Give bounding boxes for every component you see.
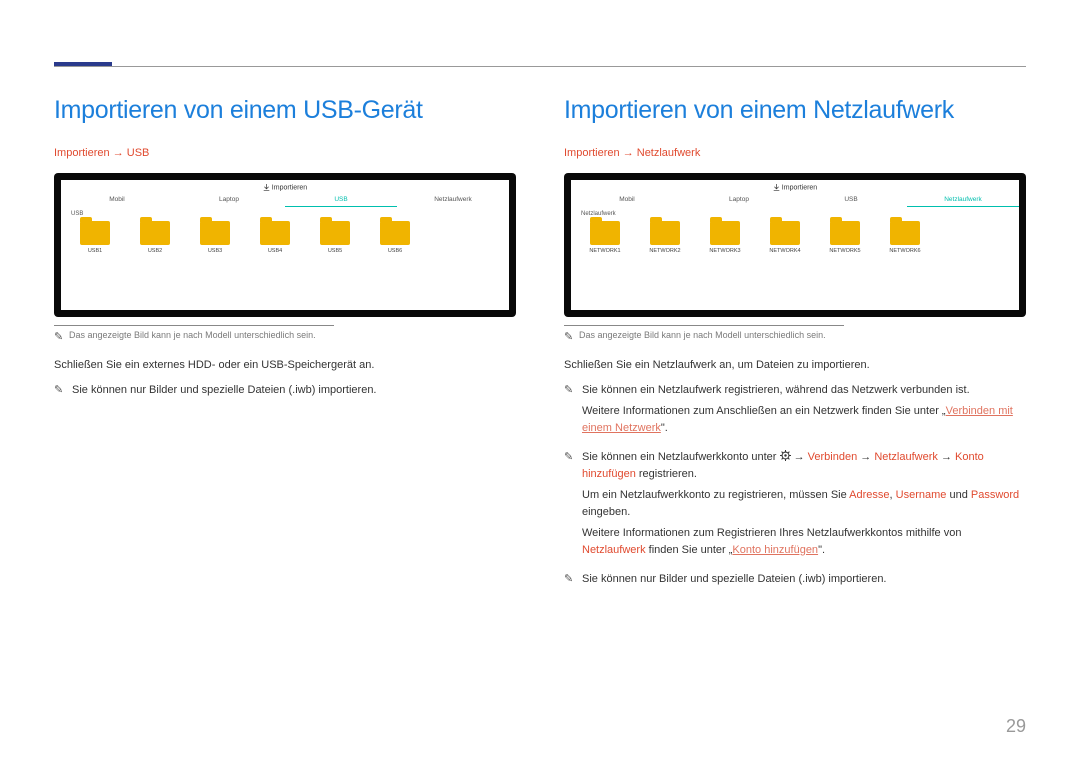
field-username: Username [896, 489, 947, 501]
note-network-3: ✎ Sie können nur Bilder und spezielle Da… [564, 571, 1026, 588]
content-columns: Importieren von einem USB-Gerät Importie… [54, 96, 1026, 596]
tv-sublabel-network: Netzlaufwerk [571, 207, 1019, 219]
tab-laptop: Laptop [173, 193, 285, 207]
tab-mobil: Mobil [571, 193, 683, 207]
folder-item: NETWORK6 [881, 221, 929, 254]
pen-icon: ✎ [54, 330, 64, 343]
pen-icon: ✎ [564, 330, 574, 343]
tv-frame-network: Importieren Mobil Laptop USB Netzlaufwer… [564, 173, 1026, 317]
note-text: Sie können nur Bilder und spezielle Date… [72, 382, 516, 399]
folder-item: USB1 [71, 221, 119, 254]
pen-icon: ✎ [564, 449, 574, 563]
heading-usb: Importieren von einem USB-Gerät [54, 96, 516, 125]
pen-icon: ✎ [564, 571, 574, 588]
breadcrumb-usb: Importieren → USB [54, 147, 516, 159]
folder-item: USB3 [191, 221, 239, 254]
body-text-network: Schließen Sie ein Netzlaufwerk an, um Da… [564, 357, 1026, 374]
tab-netzlaufwerk: Netzlaufwerk [397, 193, 509, 207]
tab-laptop: Laptop [683, 193, 795, 207]
left-column: Importieren von einem USB-Gerät Importie… [54, 96, 516, 596]
folder-icon [80, 221, 110, 245]
field-adresse: Adresse [849, 489, 889, 501]
folder-icon [590, 221, 620, 245]
folder-label: USB6 [388, 248, 402, 254]
breadcrumb-network: Importieren → Netzlaufwerk [564, 147, 1026, 159]
tab-usb: USB [795, 193, 907, 207]
folder-label: NETWORK5 [829, 248, 860, 254]
caption-rule [564, 325, 844, 326]
tab-mobil: Mobil [61, 193, 173, 207]
body-text-usb: Schließen Sie ein externes HDD- oder ein… [54, 357, 516, 374]
folder-item: NETWORK5 [821, 221, 869, 254]
note-usb: ✎ Sie können nur Bilder und spezielle Da… [54, 382, 516, 399]
folder-icon [260, 221, 290, 245]
note-network-1: ✎ Sie können ein Netzlaufwerk registrier… [564, 382, 1026, 441]
path-netzlaufwerk: Netzlaufwerk [874, 451, 938, 463]
tv-sublabel-usb: USB [61, 207, 509, 219]
download-icon [263, 184, 270, 191]
folder-item: USB5 [311, 221, 359, 254]
folder-row-usb: USB1 USB2 USB3 USB4 USB5 USB6 [61, 219, 509, 254]
folder-icon [890, 221, 920, 245]
path-verbinden: Verbinden [808, 451, 858, 463]
page-number: 29 [1006, 716, 1026, 737]
caption-rule [54, 325, 334, 326]
folder-icon [830, 221, 860, 245]
note-text: Sie können nur Bilder und spezielle Date… [582, 571, 1026, 588]
folder-icon [650, 221, 680, 245]
tv-header-network: Importieren [571, 180, 1019, 193]
tab-netzlaufwerk-active: Netzlaufwerk [907, 193, 1019, 207]
gear-icon [780, 450, 791, 461]
folder-label: NETWORK6 [889, 248, 920, 254]
folder-item: USB4 [251, 221, 299, 254]
folder-label: USB3 [208, 248, 222, 254]
folder-label: NETWORK2 [649, 248, 680, 254]
folder-row-network: NETWORK1 NETWORK2 NETWORK3 NETWORK4 NETW… [571, 219, 1019, 254]
tv-tabs-usb: Mobil Laptop USB Netzlaufwerk [61, 193, 509, 207]
header-rule [54, 66, 1026, 67]
note-network-2: ✎ Sie können ein Netzlaufwerkkonto unter… [564, 449, 1026, 563]
folder-icon [320, 221, 350, 245]
folder-label: USB2 [148, 248, 162, 254]
pen-icon: ✎ [54, 382, 64, 399]
folder-label: NETWORK3 [709, 248, 740, 254]
folder-item: NETWORK4 [761, 221, 809, 254]
folder-icon [710, 221, 740, 245]
folder-item: NETWORK3 [701, 221, 749, 254]
caption-usb: ✎ Das angezeigte Bild kann je nach Model… [54, 330, 516, 343]
tv-screen-network: Importieren Mobil Laptop USB Netzlaufwer… [571, 180, 1019, 310]
folder-label: NETWORK4 [769, 248, 800, 254]
folder-item: NETWORK2 [641, 221, 689, 254]
pen-icon: ✎ [564, 382, 574, 441]
tv-header-usb: Importieren [61, 180, 509, 193]
folder-icon [380, 221, 410, 245]
note-text: Sie können ein Netzlaufwerk registrieren… [582, 382, 1026, 441]
folder-icon [770, 221, 800, 245]
folder-item: USB6 [371, 221, 419, 254]
tv-tabs-network: Mobil Laptop USB Netzlaufwerk [571, 193, 1019, 207]
field-password: Password [971, 489, 1019, 501]
folder-label: USB4 [268, 248, 282, 254]
tv-frame-usb: Importieren Mobil Laptop USB Netzlaufwer… [54, 173, 516, 317]
folder-item: NETWORK1 [581, 221, 629, 254]
folder-item: USB2 [131, 221, 179, 254]
download-icon [773, 184, 780, 191]
folder-icon [140, 221, 170, 245]
folder-label: USB5 [328, 248, 342, 254]
folder-label: NETWORK1 [589, 248, 620, 254]
ref-netzlaufwerk: Netzlaufwerk [582, 544, 646, 556]
folder-label: USB1 [88, 248, 102, 254]
note-text: Sie können ein Netzlaufwerkkonto unter →… [582, 449, 1026, 563]
tv-screen-usb: Importieren Mobil Laptop USB Netzlaufwer… [61, 180, 509, 310]
caption-network: ✎ Das angezeigte Bild kann je nach Model… [564, 330, 1026, 343]
link-konto-hinzufuegen[interactable]: Konto hinzufügen [732, 544, 818, 556]
right-column: Importieren von einem Netzlaufwerk Impor… [564, 96, 1026, 596]
tab-usb-active: USB [285, 193, 397, 207]
folder-icon [200, 221, 230, 245]
heading-network: Importieren von einem Netzlaufwerk [564, 96, 1026, 125]
